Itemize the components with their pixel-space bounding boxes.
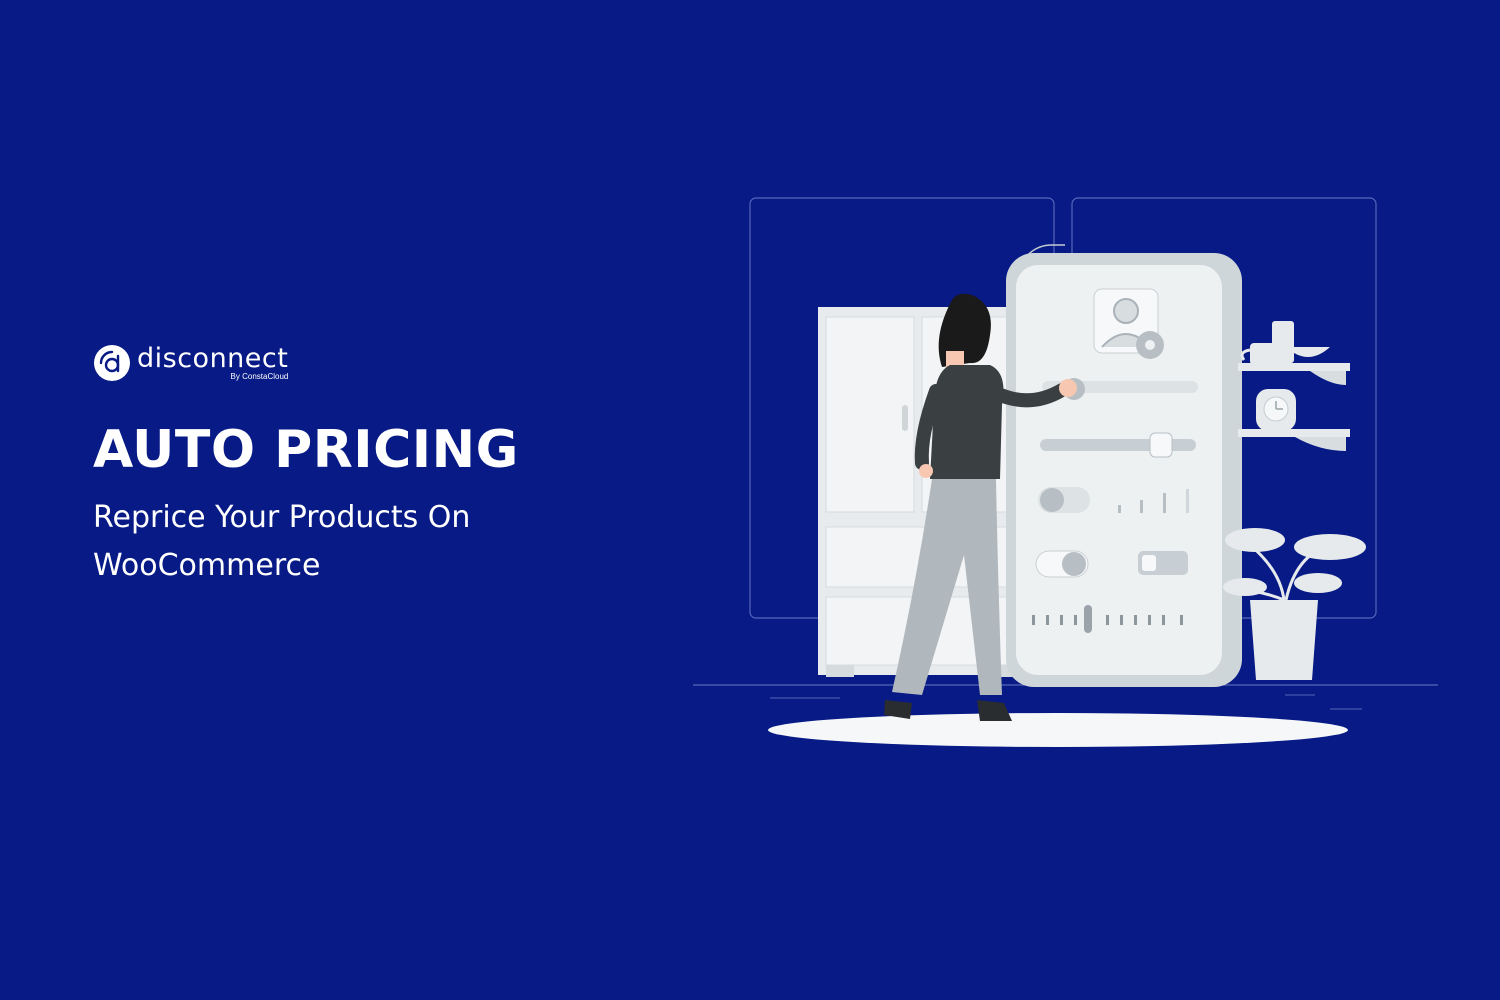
subtitle-line-1: Reprice Your Products On bbox=[93, 500, 471, 535]
phone-screen bbox=[1006, 244, 1242, 687]
floor-shadow bbox=[768, 713, 1348, 747]
brand-logo: disconnect By ConstaCloud bbox=[93, 344, 288, 382]
brand-name: disconnect bbox=[137, 343, 289, 374]
subtitle-line-2: WooCommerce bbox=[93, 548, 321, 583]
brand-byline: By ConstaCloud bbox=[230, 372, 289, 381]
disconnect-logo-icon bbox=[94, 345, 130, 381]
page-subtitle: Reprice Your Products On WooCommerce bbox=[93, 494, 533, 590]
wall-shelves bbox=[1238, 321, 1350, 451]
pricing-settings-illustration bbox=[693, 197, 1438, 747]
page-title: AUTO PRICING bbox=[93, 420, 519, 480]
potted-plant bbox=[1223, 528, 1366, 680]
